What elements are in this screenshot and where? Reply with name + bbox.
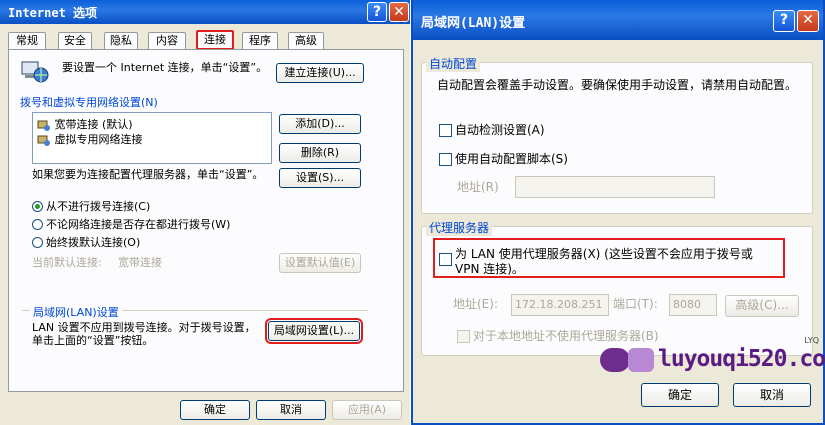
proxy-address-label: 地址(E): — [453, 297, 498, 311]
dial-when-no-network-radio[interactable] — [32, 219, 43, 230]
remove-button[interactable]: 删除(R) — [279, 143, 361, 163]
always-dial-label[interactable]: 始终拨默认连接(O) — [46, 236, 140, 249]
script-address-input[interactable] — [515, 176, 715, 198]
never-dial-radio[interactable] — [32, 201, 43, 212]
current-default-value: 宽带连接 — [118, 256, 162, 269]
settings-button[interactable]: 设置(S)... — [279, 168, 361, 188]
dialup-group-label: 拨号和虚拟专用网络设置(N) — [20, 96, 158, 109]
proxy-address-input[interactable]: 172.18.208.251 — [511, 294, 609, 316]
tab-general[interactable]: 常规 — [8, 32, 46, 49]
cancel-button[interactable]: 取消 — [733, 383, 811, 407]
auto-script-checkbox[interactable] — [439, 153, 452, 166]
watermark-tag: LYQ — [804, 336, 819, 345]
bypass-local-checkbox[interactable] — [457, 330, 470, 343]
auto-config-label: 自动配置 — [426, 55, 481, 72]
network-globe-icon — [21, 61, 49, 83]
ok-button[interactable]: 确定 — [180, 400, 250, 420]
proxy-port-label: 端口(T): — [613, 297, 658, 311]
auto-config-description: 自动配置会覆盖手动设置。要确保使用手动设置，请禁用自动配置。 — [437, 78, 798, 92]
setup-instruction: 要设置一个 Internet 连接，单击“设置”。 — [62, 61, 268, 74]
use-proxy-checkbox[interactable] — [439, 253, 452, 266]
tab-privacy[interactable]: 隐私 — [104, 32, 138, 49]
internet-options-window: Internet 选项 ? ✕ 常规 安全 隐私 内容 连接 程序 高级 要设置… — [0, 0, 410, 425]
connection-list[interactable]: 宽带连接 (默认) 虚拟专用网络连接 — [32, 112, 272, 164]
lan-instruction: LAN 设置不应用到拨号连接。对于拨号设置，单击上面的“设置”按钮。 — [32, 321, 256, 347]
tab-connections[interactable]: 连接 — [196, 30, 234, 50]
list-item[interactable]: 虚拟专用网络连接 — [37, 131, 143, 146]
dialup-connection-icon — [37, 120, 50, 131]
connection-label: 宽带连接 (默认) — [54, 118, 133, 131]
proxy-instruction: 如果您要为连接配置代理服务器，单击“设置”。 — [32, 168, 264, 181]
proxy-server-label: 代理服务器 — [426, 219, 493, 236]
dial-when-no-network-label[interactable]: 不论网络连接是否存在都进行拨号(W) — [46, 218, 230, 231]
cancel-button[interactable]: 取消 — [256, 400, 326, 420]
never-dial-label[interactable]: 从不进行拨号连接(C) — [46, 200, 150, 213]
list-item[interactable]: 宽带连接 (默认) — [37, 116, 133, 131]
window-title: 局域网(LAN)设置 — [421, 16, 526, 31]
title-bar: 局域网(LAN)设置 ? ✕ — [413, 0, 823, 40]
close-button[interactable]: ✕ — [389, 2, 409, 22]
ok-button[interactable]: 确定 — [641, 383, 719, 407]
add-button[interactable]: 添加(D)... — [279, 114, 361, 134]
lan-group-label: 局域网(LAN)设置 — [30, 304, 122, 320]
set-default-button[interactable]: 设置默认值(E) — [279, 253, 361, 273]
auto-script-label[interactable]: 使用自动配置脚本(S) — [455, 153, 568, 166]
setup-button[interactable]: 建立连接(U)... — [276, 63, 364, 83]
watermark: luyouqi520.com LYQ — [598, 336, 825, 382]
script-address-label: 地址(R) — [457, 180, 499, 194]
window-title: Internet 选项 — [8, 6, 98, 20]
watermark-text: luyouqi520.com — [658, 346, 825, 372]
always-dial-radio[interactable] — [32, 237, 43, 248]
advanced-button[interactable]: 高级(C)... — [725, 295, 799, 317]
title-bar: Internet 选项 ? ✕ — [0, 0, 410, 24]
lan-settings-button[interactable]: 局域网设置(L)... — [265, 318, 363, 344]
auto-detect-checkbox[interactable] — [439, 124, 452, 137]
apply-button[interactable]: 应用(A) — [332, 400, 402, 420]
auto-detect-label[interactable]: 自动检测设置(A) — [455, 124, 545, 137]
current-default-label: 当前默认连接: — [32, 256, 102, 269]
connection-label: 虚拟专用网络连接 — [54, 133, 143, 146]
watermark-logo — [600, 348, 654, 372]
tab-security[interactable]: 安全 — [58, 32, 92, 49]
tab-programs[interactable]: 程序 — [242, 32, 278, 49]
help-button[interactable]: ? — [367, 2, 387, 22]
tab-advanced[interactable]: 高级 — [288, 32, 324, 49]
help-button[interactable]: ? — [773, 10, 795, 32]
use-proxy-label[interactable]: 为 LAN 使用代理服务器(X) (这些设置不会应用于拨号或 VPN 连接)。 — [455, 247, 779, 277]
close-button[interactable]: ✕ — [797, 10, 819, 32]
tab-content[interactable]: 内容 — [148, 32, 186, 49]
vpn-connection-icon — [37, 135, 50, 146]
proxy-port-input[interactable]: 8080 — [669, 294, 717, 316]
